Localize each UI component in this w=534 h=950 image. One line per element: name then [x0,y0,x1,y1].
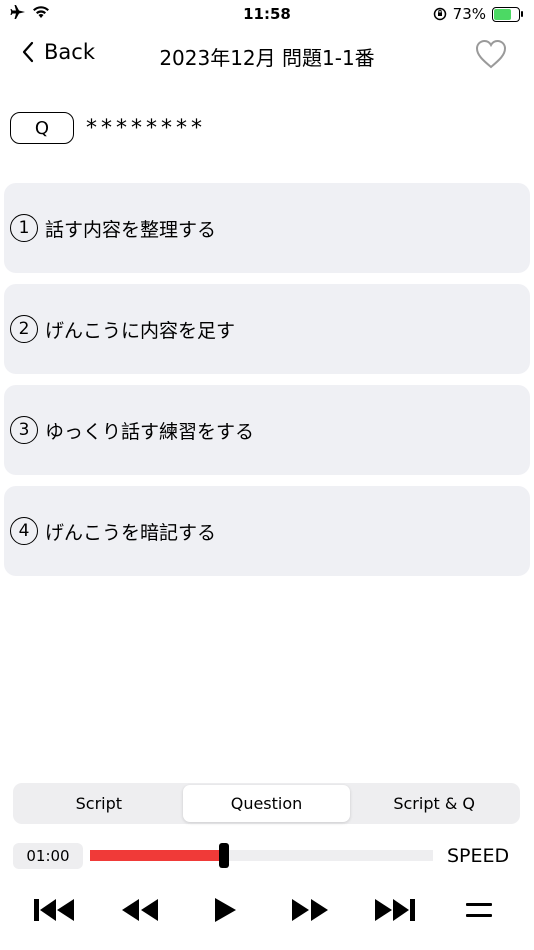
battery-cap [521,10,523,17]
menu-icon[interactable] [465,896,493,924]
answer-option-4[interactable]: 4 げんこうを暗記する [4,486,530,576]
orientation-lock-icon [433,7,446,21]
option-number: 1 [10,214,38,242]
skip-start-icon[interactable] [32,896,78,924]
progress-slider[interactable] [90,843,433,868]
option-label: げんこうを暗記する [45,521,217,544]
question-text: ******** [86,115,206,141]
heart-icon[interactable] [474,38,508,70]
option-label: げんこうに内容を足す [45,319,236,342]
battery-percent: 73% [452,5,486,23]
battery-icon [492,6,523,22]
fast-forward-icon[interactable] [290,896,330,924]
answer-option-2[interactable]: 2 げんこうに内容を足す [4,284,530,374]
segment-question[interactable]: Question [182,785,351,822]
status-right: 73% [433,5,523,23]
speed-button[interactable]: SPEED [447,845,509,867]
question-row: Q ******** [10,112,206,144]
answer-option-1[interactable]: 1 話す内容を整理する [4,183,530,273]
elapsed-time: 01:00 [13,843,83,869]
option-number: 2 [10,315,38,343]
play-icon[interactable] [212,896,238,924]
option-number: 4 [10,517,38,545]
navigation-bar: Back 2023年12月 問題1-1番 [0,30,534,80]
segment-script[interactable]: Script [15,785,183,822]
segment-script-and-question[interactable]: Script & Q [350,785,518,822]
question-button[interactable]: Q [10,112,74,144]
battery-fill [494,8,511,20]
option-label: ゆっくり話す練習をする [45,420,255,443]
status-bar: 11:58 73% [0,0,534,28]
view-mode-segmented-control: Script Question Script & Q [13,783,520,824]
skip-end-icon[interactable] [371,896,417,924]
progress-thumb[interactable] [218,843,229,868]
option-number: 3 [10,416,38,444]
answer-options: 1 話す内容を整理する 2 げんこうに内容を足す 3 ゆっくり話す練習をする 4… [4,183,530,587]
option-label: 話す内容を整理する [45,218,217,241]
rewind-icon[interactable] [120,896,160,924]
progress-played [90,850,224,861]
answer-option-3[interactable]: 3 ゆっくり話す練習をする [4,385,530,475]
page-title: 2023年12月 問題1-1番 [159,46,375,70]
